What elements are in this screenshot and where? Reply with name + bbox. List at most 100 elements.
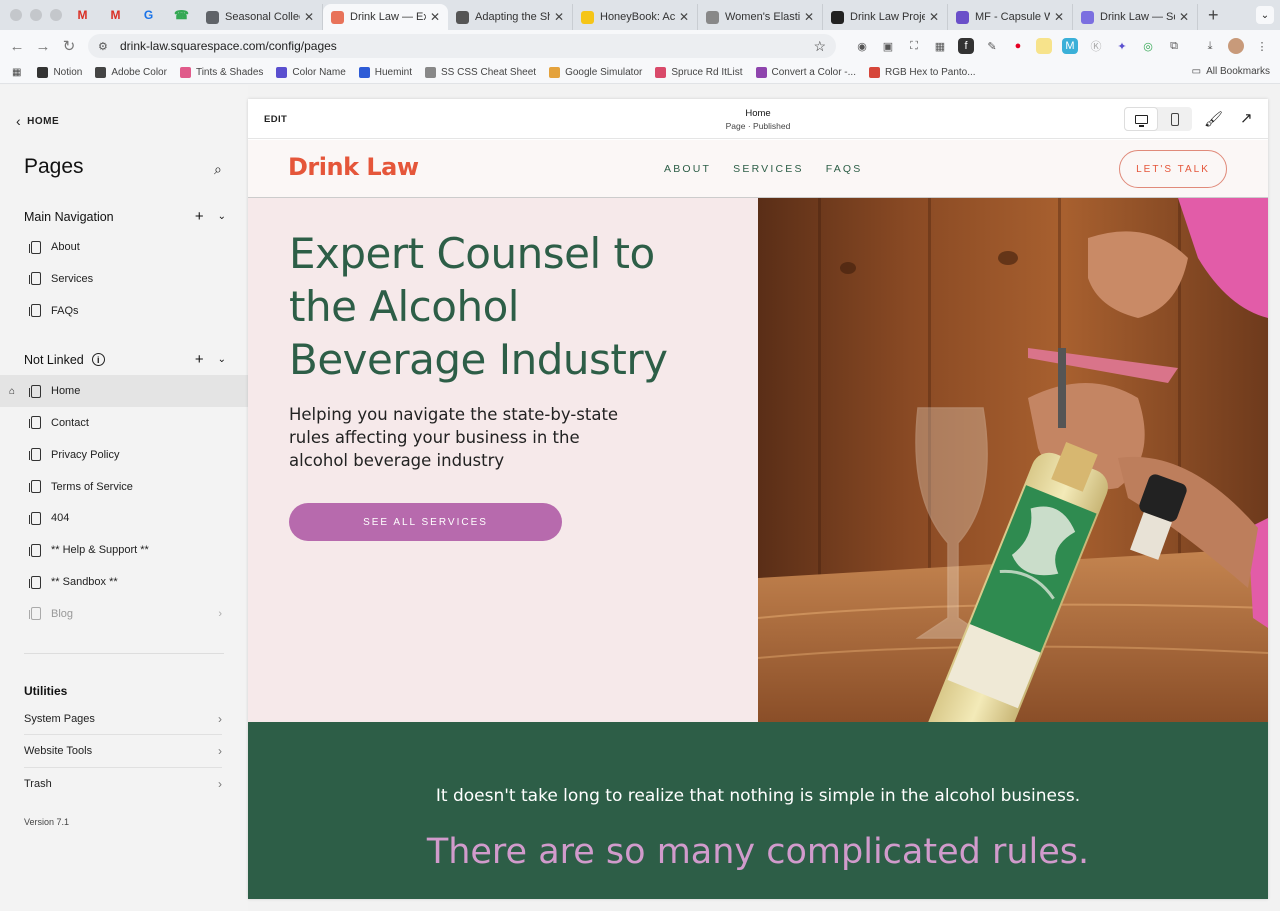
phone-tab-icon[interactable]: ☎ [165, 0, 198, 30]
sidebar-page-item[interactable]: ** Help & Support ** [0, 534, 248, 566]
reload-icon[interactable]: ↻ [56, 37, 82, 55]
desktop-view-button[interactable] [1124, 107, 1158, 131]
bookmark-star-icon[interactable]: ☆ [813, 38, 826, 55]
bookmark-item[interactable]: Notion [37, 67, 82, 78]
font-extension-icon[interactable]: f [958, 38, 974, 54]
add-page-icon[interactable]: + [195, 208, 204, 225]
tab-search-chevron-icon[interactable]: ⌄ [1256, 6, 1274, 24]
info-icon[interactable]: i [91, 353, 105, 366]
sidebar-page-item[interactable]: Terms of Service [0, 471, 248, 503]
site-logo[interactable]: Drink Law [288, 153, 419, 181]
bookmark-item[interactable]: Color Name [276, 67, 346, 78]
sidebar-page-item[interactable]: Blog › [0, 598, 248, 630]
page-icon [29, 448, 41, 462]
bookmark-item[interactable]: Adobe Color [95, 67, 167, 78]
close-tab-icon[interactable]: ✕ [430, 10, 440, 24]
screenshot-icon[interactable]: ⛶ [906, 38, 922, 54]
download-icon[interactable]: ⤓ [1202, 38, 1218, 54]
puzzle-extensions-icon[interactable]: ⧉ [1166, 38, 1182, 54]
sidebar-page-item[interactable]: Services [0, 263, 248, 295]
camera-icon[interactable]: ▣ [880, 38, 896, 54]
url-text[interactable]: drink-law.squarespace.com/config/pages [120, 39, 813, 53]
folder-icon: ▭ [1191, 66, 1202, 77]
browser-tab[interactable]: HoneyBook: Activ ✕ [573, 4, 698, 30]
window-controls[interactable] [0, 9, 66, 21]
gmail-tab-icon[interactable]: M [99, 0, 132, 30]
browser-menu-icon[interactable]: ⋮ [1254, 38, 1270, 54]
back-arrow-icon[interactable]: ← [4, 38, 30, 55]
pinterest-icon[interactable]: ● [1010, 38, 1026, 54]
chevron-down-icon[interactable]: ⌄ [218, 354, 226, 365]
close-tab-icon[interactable]: ✕ [929, 10, 939, 24]
expand-arrow-icon[interactable]: ↗ [1240, 109, 1253, 127]
close-tab-icon[interactable]: ✕ [1054, 10, 1064, 24]
lets-talk-button[interactable]: LET'S TALK [1119, 150, 1227, 188]
browser-tab[interactable]: Drink Law Project ✕ [823, 4, 948, 30]
browser-tab[interactable]: Women's Elastic V ✕ [698, 4, 823, 30]
add-page-icon[interactable]: + [195, 351, 204, 368]
search-icon[interactable]: ⌕ [214, 161, 222, 178]
notes-extension-icon[interactable] [1036, 38, 1052, 54]
bookmark-item[interactable]: SS CSS Cheat Sheet [425, 67, 536, 78]
bookmark-list: Notion Adobe Color Tints & Shades Color Nam… [37, 67, 988, 78]
calendar-tab-icon[interactable]: G [132, 0, 165, 30]
chevron-down-icon[interactable]: ⌄ [218, 211, 226, 222]
browser-tab[interactable]: Adapting the Shir ✕ [448, 4, 573, 30]
site-nav-link[interactable]: FAQS [826, 163, 863, 175]
close-tab-icon[interactable]: ✕ [1179, 10, 1189, 24]
forward-arrow-icon[interactable]: → [30, 38, 56, 55]
site-settings-icon[interactable]: ⚙ [98, 40, 112, 53]
browser-tab[interactable]: Drink Law — Expe ✕ [323, 4, 448, 30]
grammarly-icon[interactable]: ◎ [1140, 38, 1156, 54]
new-tab-button[interactable]: + [1198, 5, 1229, 26]
k-extension-icon[interactable]: Ⓚ [1088, 38, 1104, 54]
apps-grid-icon[interactable]: ▦ [12, 67, 21, 78]
site-nav-link[interactable]: SERVICES [733, 163, 804, 175]
main-navigation-section[interactable]: Main Navigation + ⌄ [24, 208, 226, 225]
browser-tab[interactable]: Drink Law — Squa ✕ [1073, 4, 1198, 30]
editor-toolbar: EDIT Home Page · Published 🖌 ↗ [248, 99, 1268, 139]
sidebar-page-item[interactable]: ⌂ Home [0, 375, 248, 407]
address-bar[interactable]: ⚙ drink-law.squarespace.com/config/pages… [88, 34, 836, 58]
sidebar-page-item[interactable]: 404 [0, 502, 248, 534]
all-bookmarks[interactable]: ▭ All Bookmarks [1192, 66, 1270, 77]
close-tab-icon[interactable]: ✕ [304, 10, 314, 24]
see-all-services-button[interactable]: SEE ALL SERVICES [289, 503, 562, 541]
browser-tab[interactable]: Seasonal Collectio ✕ [198, 4, 323, 30]
bookmark-item[interactable]: RGB Hex to Panto... [868, 67, 976, 78]
home-back-link[interactable]: ‹ HOME [16, 113, 59, 129]
sidebar-page-item[interactable]: FAQs [0, 295, 248, 327]
bookmark-item[interactable]: Spruce Rd ItList [655, 67, 743, 78]
sidebar-page-item[interactable]: Privacy Policy [0, 439, 248, 471]
hero-image [758, 198, 1268, 722]
close-tab-icon[interactable]: ✕ [804, 10, 814, 24]
browser-tab[interactable]: MF - Capsule War ✕ [948, 4, 1073, 30]
utility-item[interactable]: Trash › [24, 768, 222, 800]
gmail-tab-icon[interactable]: M [66, 0, 99, 30]
sidebar-page-item[interactable]: About [0, 231, 248, 263]
m-extension-icon[interactable]: M [1062, 38, 1078, 54]
site-styles-brush-icon[interactable]: 🖌 [1204, 110, 1223, 128]
bookmark-item[interactable]: Google Simulator [549, 67, 642, 78]
close-tab-icon[interactable]: ✕ [679, 10, 689, 24]
utility-item[interactable]: Website Tools › [24, 736, 222, 768]
color-extension-icon[interactable]: ✦ [1114, 38, 1130, 54]
grid-apps-icon[interactable]: ▦ [932, 38, 948, 54]
site-nav-link[interactable]: ABOUT [664, 163, 711, 175]
profile-avatar[interactable] [1228, 38, 1244, 54]
close-tab-icon[interactable]: ✕ [554, 10, 564, 24]
utility-item[interactable]: System Pages › [24, 703, 222, 735]
bookmark-favicon-icon [179, 67, 191, 78]
bookmark-item[interactable]: Huemint [358, 67, 412, 78]
sidebar-page-item[interactable]: Contact [0, 407, 248, 439]
main-navigation-label: Main Navigation [24, 209, 114, 224]
bookmark-item[interactable]: Tints & Shades [179, 67, 263, 78]
edit-button[interactable]: EDIT [264, 114, 287, 125]
tab-label: HoneyBook: Activ [600, 11, 675, 23]
sidebar-page-item[interactable]: ** Sandbox ** [0, 566, 248, 598]
eyedropper-icon[interactable]: ✎ [984, 38, 1000, 54]
bookmark-item[interactable]: Convert a Color -... [755, 67, 856, 78]
mobile-view-button[interactable] [1158, 107, 1192, 131]
extension-icon[interactable]: ◉ [854, 38, 870, 54]
not-linked-section[interactable]: Not Linked i + ⌄ [24, 351, 226, 368]
